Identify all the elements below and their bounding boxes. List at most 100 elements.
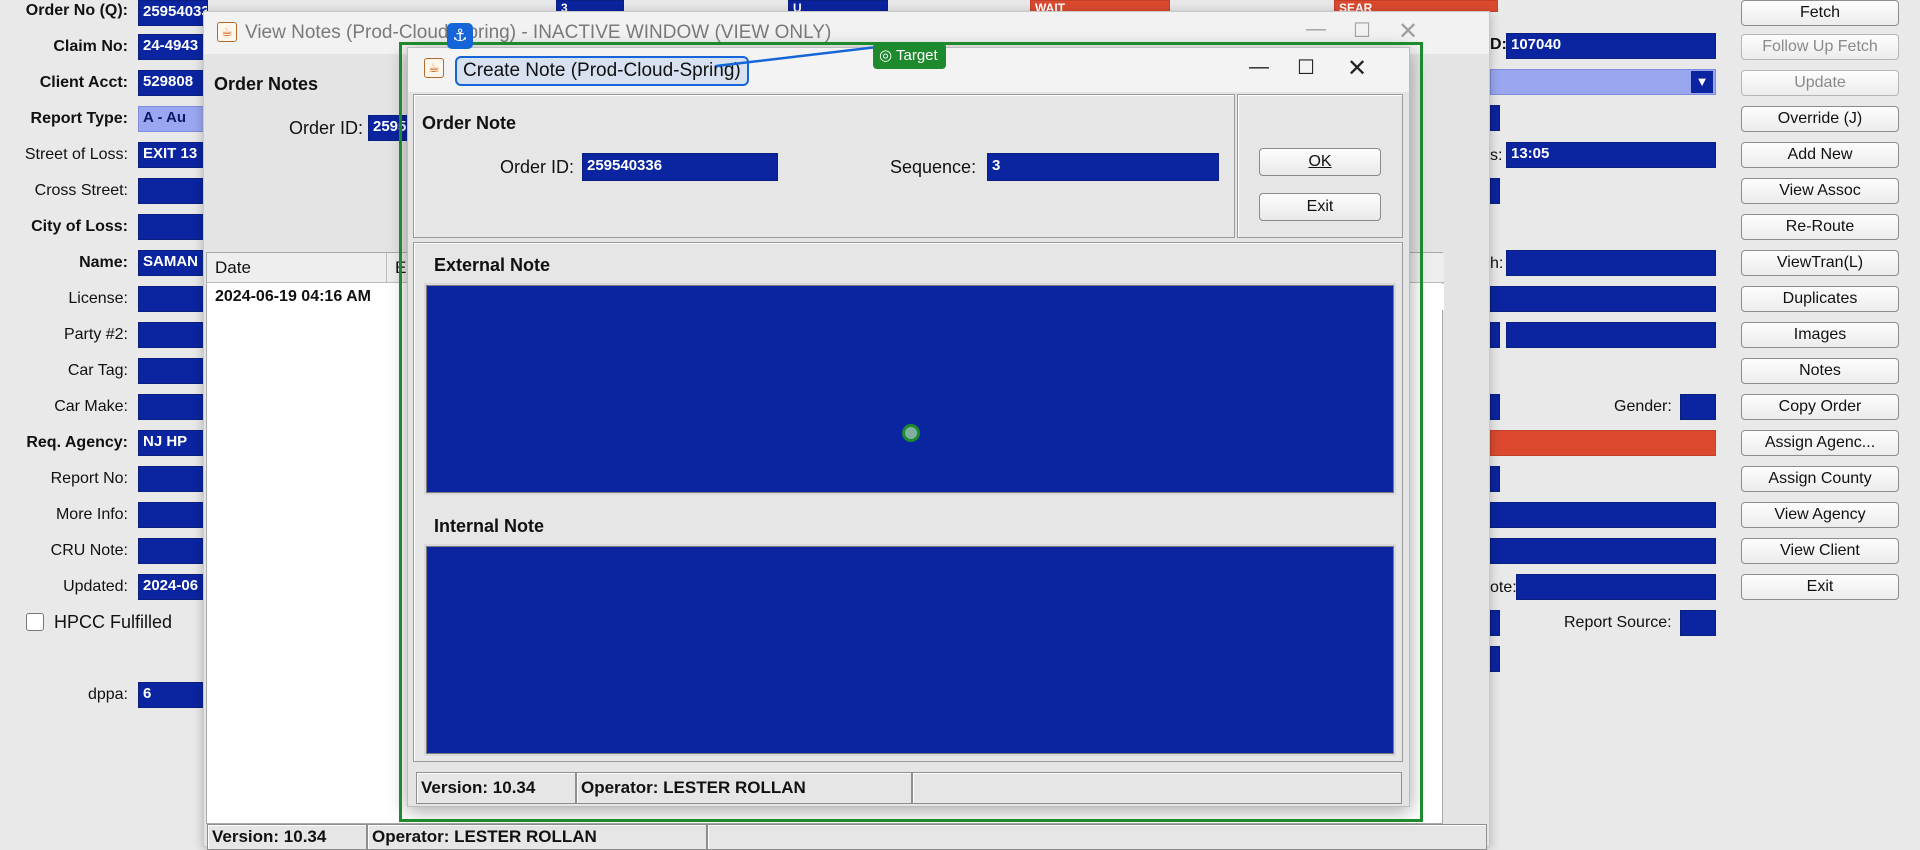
update-button[interactable]: Update xyxy=(1741,70,1899,96)
order-note-heading: Order Note xyxy=(422,113,517,133)
party-2-field[interactable] xyxy=(138,322,208,348)
copy-order-button[interactable]: Copy Order xyxy=(1741,394,1899,420)
dialog-exit-button-label: Exit xyxy=(1306,198,1334,215)
dropdown-field[interactable]: ▼ xyxy=(1490,69,1716,95)
right-field-11[interactable] xyxy=(1490,466,1500,492)
car-tag-label: Car Tag: xyxy=(67,362,128,379)
target-badge-label: Target xyxy=(896,47,938,64)
street-of-loss-field[interactable]: EXIT 13 xyxy=(138,142,208,168)
external-note-textarea[interactable] xyxy=(424,283,1396,495)
minimize-icon[interactable]: — xyxy=(1239,56,1279,79)
report-source-field[interactable] xyxy=(1680,610,1716,636)
street-of-loss-label: Street of Loss: xyxy=(24,146,128,163)
right-field-13[interactable] xyxy=(1490,538,1716,564)
report-no-label: Report No: xyxy=(50,470,128,487)
dppa-field[interactable]: 6 xyxy=(138,682,208,708)
note-label: ote: xyxy=(1490,579,1517,596)
assign-agency-button[interactable]: Assign Agenc... xyxy=(1741,430,1899,456)
hpcc-fulfilled-checkbox[interactable] xyxy=(26,613,44,631)
gender-field[interactable] xyxy=(1680,394,1716,420)
license-label: License: xyxy=(68,290,128,307)
assign-county-button[interactable]: Assign County xyxy=(1741,466,1899,492)
id-field[interactable]: 107040 xyxy=(1506,33,1716,59)
maximize-icon[interactable]: ☐ xyxy=(1286,55,1326,80)
follow-up-fetch-button[interactable]: Follow Up Fetch xyxy=(1741,34,1899,60)
cross-street-field[interactable] xyxy=(138,178,208,204)
target-icon: ◎ xyxy=(879,47,893,64)
name-field[interactable]: SAMAN xyxy=(138,250,208,276)
view-agency-button[interactable]: View Agency xyxy=(1741,502,1899,528)
table-header-date[interactable]: Date xyxy=(207,253,387,283)
table-cell-date: 2024-06-19 04:16 AM xyxy=(215,288,371,305)
client-acct-label: Client Acct: xyxy=(39,74,128,91)
right-field-8b[interactable] xyxy=(1506,322,1716,348)
override-button[interactable]: Override (J) xyxy=(1741,106,1899,132)
order-no-field[interactable]: 259540336 xyxy=(138,0,208,26)
hpcc-fulfilled-label: HPCC Fulfilled xyxy=(54,612,173,632)
re-route-button[interactable]: Re-Route xyxy=(1741,214,1899,240)
maximize-icon[interactable]: ☐ xyxy=(1342,18,1382,43)
h-label: h: xyxy=(1490,255,1504,272)
ok-button[interactable]: OK xyxy=(1259,148,1381,176)
sequence-label: Sequence: xyxy=(890,157,977,177)
car-make-label: Car Make: xyxy=(54,398,128,415)
fetch-button[interactable]: Fetch xyxy=(1741,0,1899,26)
vn-status-cell-empty xyxy=(707,824,1487,850)
images-button[interactable]: Images xyxy=(1741,322,1899,348)
updated-field[interactable]: 2024-06 xyxy=(138,574,208,600)
vn-order-id-label: Order ID: xyxy=(289,118,364,138)
report-type-label: Report Type: xyxy=(30,110,128,127)
right-field-9[interactable] xyxy=(1490,394,1500,420)
party-2-label: Party #2: xyxy=(63,326,128,343)
close-icon[interactable]: ✕ xyxy=(1388,17,1428,46)
more-info-field[interactable] xyxy=(138,502,208,528)
claim-no-field[interactable]: 24-4943 xyxy=(138,34,208,60)
view-client-button[interactable]: View Client xyxy=(1741,538,1899,564)
license-field[interactable] xyxy=(138,286,208,312)
cn-status-cell-empty xyxy=(912,772,1402,804)
cru-note-field[interactable] xyxy=(138,538,208,564)
car-tag-field[interactable] xyxy=(138,358,208,384)
updated-label: Updated: xyxy=(63,578,128,595)
right-field-15[interactable] xyxy=(1490,610,1500,636)
chevron-down-icon[interactable]: ▼ xyxy=(1691,71,1713,93)
city-of-loss-field[interactable] xyxy=(138,214,208,240)
view-assoc-button[interactable]: View Assoc xyxy=(1741,178,1899,204)
notes-button[interactable]: Notes xyxy=(1741,358,1899,384)
dppa-label: dppa: xyxy=(87,686,128,703)
close-icon[interactable]: ✕ xyxy=(1337,54,1377,83)
right-red-field[interactable] xyxy=(1490,430,1716,456)
time-field[interactable]: 13:05 xyxy=(1506,142,1716,168)
right-field-5[interactable] xyxy=(1490,178,1500,204)
vn-order-id-field[interactable]: 2595 xyxy=(368,115,408,141)
cn-order-id-label: Order ID: xyxy=(500,157,575,177)
right-field-7[interactable] xyxy=(1490,286,1716,312)
dialog-exit-button[interactable]: Exit xyxy=(1259,193,1381,221)
right-field-8a[interactable] xyxy=(1490,322,1500,348)
cn-order-id-field[interactable]: 259540336 xyxy=(582,153,778,181)
right-field-3[interactable] xyxy=(1490,105,1500,131)
client-acct-field[interactable]: 529808 xyxy=(138,70,208,96)
report-type-select[interactable]: A - Au xyxy=(138,106,208,132)
notes-panel: External Note Internal Note xyxy=(413,242,1403,762)
sequence-field[interactable]: 3 xyxy=(987,153,1219,181)
right-field-12[interactable] xyxy=(1490,502,1716,528)
req-agency-field[interactable]: NJ HP xyxy=(138,430,208,456)
right-field-16[interactable] xyxy=(1490,646,1500,672)
java-icon: ☕ xyxy=(424,58,444,78)
add-new-button[interactable]: Add New xyxy=(1741,142,1899,168)
order-note-panel: Order Note Order ID: 259540336 Sequence:… xyxy=(413,94,1235,238)
duplicates-button[interactable]: Duplicates xyxy=(1741,286,1899,312)
internal-note-textarea[interactable] xyxy=(424,544,1396,756)
time-label: s: xyxy=(1490,147,1503,164)
internal-note-label: Internal Note xyxy=(434,516,545,536)
view-tran-button[interactable]: ViewTran(L) xyxy=(1741,250,1899,276)
exit-button[interactable]: Exit xyxy=(1741,574,1899,600)
minimize-icon[interactable]: — xyxy=(1296,18,1336,41)
note-field[interactable] xyxy=(1516,574,1716,600)
report-no-field[interactable] xyxy=(138,466,208,492)
vn-version-cell: Version: 10.34 xyxy=(207,824,367,850)
car-make-field[interactable] xyxy=(138,394,208,420)
h-field[interactable] xyxy=(1506,250,1716,276)
ok-button-label: OK xyxy=(1308,153,1332,170)
